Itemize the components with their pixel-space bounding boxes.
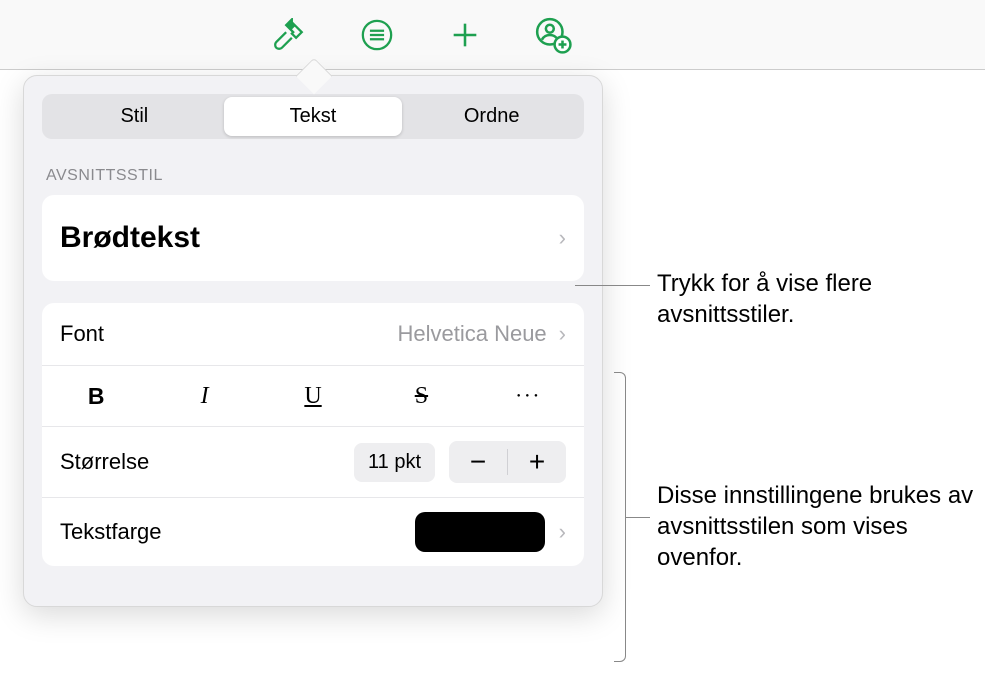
font-label: Font bbox=[60, 321, 104, 347]
callout-line bbox=[575, 285, 650, 286]
text-color-swatch[interactable] bbox=[415, 512, 545, 552]
plus-icon[interactable] bbox=[446, 16, 484, 54]
callout-line bbox=[626, 517, 650, 518]
text-settings-card: Font Helvetica Neue › B I U S ●●● Større… bbox=[42, 303, 584, 566]
tab-tekst[interactable]: Tekst bbox=[224, 97, 403, 136]
paragraph-style-value: Brødtekst bbox=[60, 221, 200, 255]
callout-bracket bbox=[614, 372, 626, 662]
chevron-right-icon: › bbox=[559, 225, 566, 251]
italic-button[interactable]: I bbox=[150, 378, 258, 414]
tab-ordne[interactable]: Ordne bbox=[402, 97, 581, 136]
chevron-right-icon: › bbox=[559, 519, 566, 545]
size-stepper: − + bbox=[449, 441, 566, 483]
more-formatting-button[interactable]: ●●● bbox=[476, 378, 584, 414]
paragraph-style-row[interactable]: Brødtekst › bbox=[42, 195, 584, 281]
segmented-control: Stil Tekst Ordne bbox=[42, 94, 584, 139]
annotation-settings: Disse innstillingene brukes av avsnittss… bbox=[657, 480, 977, 574]
section-label-avsnittsstil: AVSNITTSSTIL bbox=[46, 167, 580, 185]
strikethrough-button[interactable]: S bbox=[367, 378, 475, 414]
font-value: Helvetica Neue bbox=[397, 321, 546, 347]
toolbar bbox=[0, 0, 985, 70]
underline-button[interactable]: U bbox=[259, 378, 367, 414]
size-label: Størrelse bbox=[60, 449, 149, 475]
list-circle-icon[interactable] bbox=[358, 16, 396, 54]
bold-button[interactable]: B bbox=[42, 378, 150, 414]
tab-stil[interactable]: Stil bbox=[45, 97, 224, 136]
size-increase-button[interactable]: + bbox=[508, 441, 566, 483]
format-bar: B I U S ●●● bbox=[42, 366, 584, 427]
font-row[interactable]: Font Helvetica Neue › bbox=[42, 303, 584, 366]
size-value[interactable]: 11 pkt bbox=[354, 443, 435, 482]
chevron-right-icon: › bbox=[559, 321, 566, 347]
paragraph-style-card: Brødtekst › bbox=[42, 195, 584, 281]
annotation-paragraph-styles: Trykk for å vise flere avsnittsstiler. bbox=[657, 268, 977, 330]
collaborate-icon[interactable] bbox=[534, 16, 572, 54]
text-color-label: Tekstfarge bbox=[60, 519, 162, 545]
size-decrease-button[interactable]: − bbox=[449, 441, 507, 483]
text-color-row[interactable]: Tekstfarge › bbox=[42, 498, 584, 566]
format-panel: Stil Tekst Ordne AVSNITTSSTIL Brødtekst … bbox=[23, 75, 603, 607]
format-brush-icon[interactable] bbox=[270, 16, 308, 54]
size-row: Størrelse 11 pkt − + bbox=[42, 427, 584, 498]
